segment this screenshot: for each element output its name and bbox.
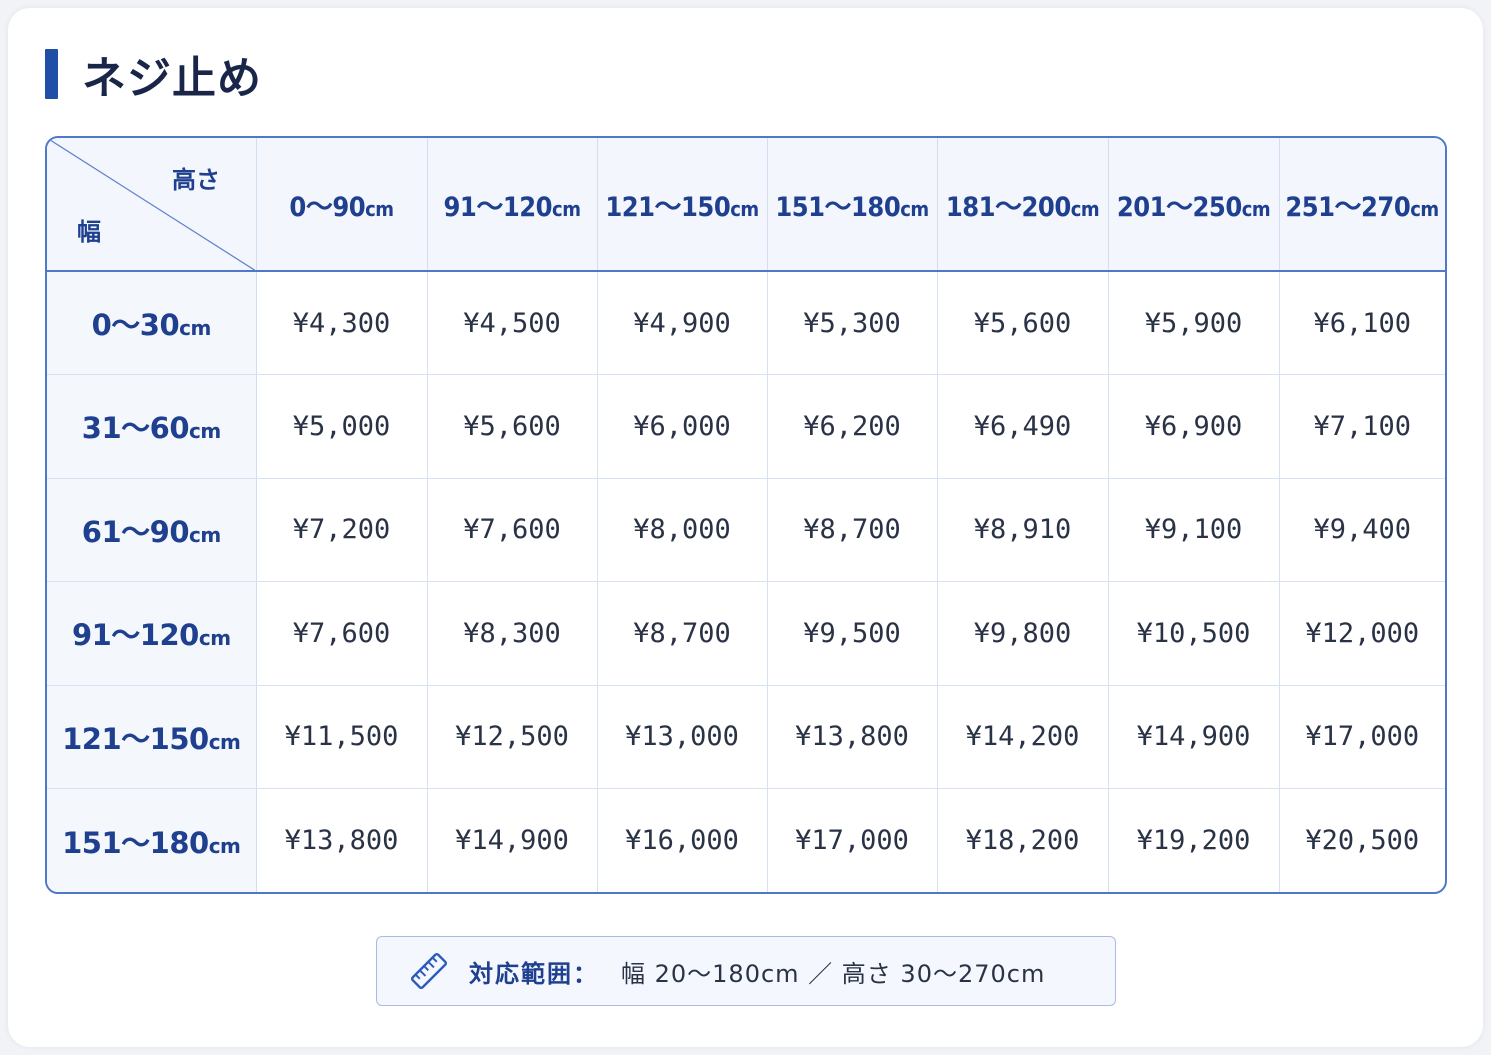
table-row: 151～180cm ¥13,800 ¥14,900 ¥16,000 ¥17,00… — [47, 788, 1445, 892]
price-cell: ¥5,900 — [1108, 271, 1280, 375]
price-cell: ¥5,300 — [767, 271, 938, 375]
corner-width-label: 幅 — [77, 218, 101, 246]
page-title: ネジ止め — [82, 53, 262, 104]
price-cell: ¥19,200 — [1108, 788, 1280, 892]
ruler-icon — [410, 952, 448, 990]
price-cell: ¥18,200 — [937, 788, 1109, 892]
price-cell: ¥7,600 — [427, 478, 598, 582]
table-row: 121～150cm ¥11,500 ¥12,500 ¥13,000 ¥13,80… — [47, 685, 1445, 789]
price-cell: ¥13,800 — [256, 788, 428, 892]
price-cell: ¥12,000 — [1279, 581, 1445, 686]
price-cell: ¥12,500 — [427, 685, 598, 789]
price-cell: ¥14,200 — [937, 685, 1109, 789]
price-table-container: 高さ 幅 0～90cm 91～120cm 121～150cm 151～180cm… — [45, 136, 1447, 894]
price-cell: ¥4,900 — [597, 271, 768, 375]
price-cell: ¥5,600 — [937, 271, 1109, 375]
price-cell: ¥11,500 — [256, 685, 428, 789]
price-cell: ¥9,100 — [1108, 478, 1280, 582]
price-cell: ¥6,900 — [1108, 374, 1280, 479]
row-header: 61～90cm — [47, 478, 257, 582]
price-cell: ¥8,700 — [767, 478, 938, 582]
table-row: 91～120cm ¥7,600 ¥8,300 ¥8,700 ¥9,500 ¥9,… — [47, 581, 1445, 686]
price-cell: ¥9,500 — [767, 581, 938, 686]
column-header: 151～180cm — [767, 138, 938, 272]
price-cell: ¥5,000 — [256, 374, 428, 479]
row-header: 31～60cm — [47, 374, 257, 479]
column-header: 91～120cm — [427, 138, 598, 272]
title-accent-bar — [45, 49, 58, 99]
price-cell: ¥16,000 — [597, 788, 768, 892]
title-section: ネジ止め — [45, 48, 262, 104]
table-row: 0～30cm ¥4,300 ¥4,500 ¥4,900 ¥5,300 ¥5,60… — [47, 271, 1445, 375]
column-header: 121～150cm — [597, 138, 768, 272]
price-cell: ¥20,500 — [1305, 825, 1420, 856]
price-cell: ¥8,300 — [427, 581, 598, 686]
range-value: 幅 20～180cm ／ 高さ 30～270cm — [621, 959, 1046, 988]
price-cell: ¥6,200 — [767, 374, 938, 479]
price-cell: ¥8,700 — [597, 581, 768, 686]
price-cell: ¥14,900 — [427, 788, 598, 892]
supported-range-note: 対応範囲： 幅 20～180cm ／ 高さ 30～270cm — [376, 936, 1116, 1006]
price-cell: ¥9,800 — [937, 581, 1109, 686]
price-cell: ¥17,000 — [1279, 685, 1445, 789]
price-cell: ¥6,490 — [937, 374, 1109, 479]
price-cell: ¥6,000 — [597, 374, 768, 479]
column-header: 0～90cm — [256, 138, 428, 272]
row-header: 0～30cm — [47, 271, 257, 375]
price-cell: ¥7,600 — [256, 581, 428, 686]
price-cell: ¥5,600 — [427, 374, 598, 479]
price-cell: ¥13,800 — [767, 685, 938, 789]
diagonal-divider — [47, 138, 256, 271]
table-row: 31～60cm ¥5,000 ¥5,600 ¥6,000 ¥6,200 ¥6,4… — [47, 374, 1445, 479]
corner-cell: 高さ 幅 — [47, 138, 257, 272]
corner-height-label: 高さ — [172, 166, 220, 194]
row-header: 91～120cm — [47, 581, 257, 686]
price-cell: ¥7,100 — [1279, 374, 1445, 479]
column-header: 201～250cm — [1108, 138, 1280, 272]
table-row: 61～90cm ¥7,200 ¥7,600 ¥8,000 ¥8,700 ¥8,9… — [47, 478, 1445, 582]
price-cell: ¥8,910 — [937, 478, 1109, 582]
price-cell: ¥7,200 — [256, 478, 428, 582]
price-table: 高さ 幅 0～90cm 91～120cm 121～150cm 151～180cm… — [47, 138, 1445, 892]
row-header: 121～150cm — [47, 685, 257, 789]
price-cell: ¥6,100 — [1279, 271, 1445, 375]
price-cell: ¥4,500 — [427, 271, 598, 375]
price-cell: ¥13,000 — [597, 685, 768, 789]
header-row: 高さ 幅 0～90cm 91～120cm 121～150cm 151～180cm… — [47, 138, 1445, 272]
price-cell: ¥9,400 — [1279, 478, 1445, 582]
price-cell: ¥10,500 — [1108, 581, 1280, 686]
range-label: 対応範囲： — [469, 959, 599, 988]
price-cell: ¥4,300 — [256, 271, 428, 375]
price-cell: ¥8,000 — [597, 478, 768, 582]
price-cell: ¥17,000 — [767, 788, 938, 892]
row-header: 151～180cm — [47, 788, 257, 892]
column-header: 251～270cm — [1279, 138, 1445, 272]
price-cell: ¥14,900 — [1108, 685, 1280, 789]
column-header: 181～200cm — [937, 138, 1109, 272]
